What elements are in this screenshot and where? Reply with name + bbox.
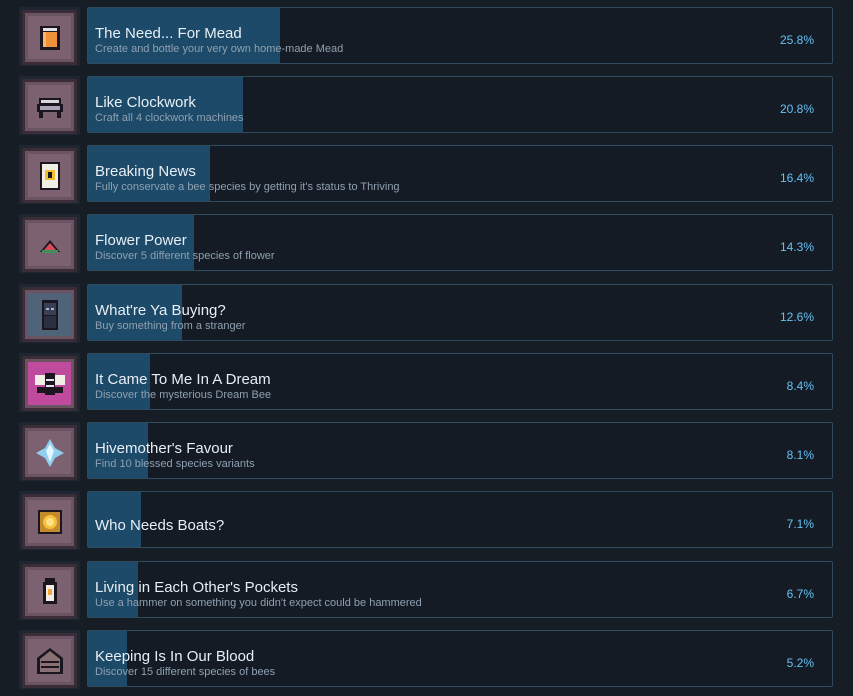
achievement-title: Living in Each Other's Pockets	[95, 579, 298, 596]
achievement-icon-box	[19, 630, 80, 689]
progress-bar: Breaking News Fully conservate a bee spe…	[87, 145, 833, 202]
achievement-description: Buy something from a stranger	[95, 320, 246, 332]
achievement-description: Discover the mysterious Dream Bee	[95, 389, 272, 401]
achievement-icon-box	[19, 145, 80, 204]
achievement-percent: 5.2%	[786, 656, 814, 670]
achievement-description: Fully conservate a bee species by gettin…	[95, 181, 400, 193]
achievement-icon-box	[19, 7, 80, 66]
dream-bee-icon	[28, 362, 71, 405]
achievement-title: What're Ya Buying?	[95, 302, 226, 319]
achievement-percent: 16.4%	[779, 171, 814, 185]
achievement-title: Keeping Is In Our Blood	[95, 648, 255, 665]
progress-bar: It Came To Me In A Dream Discover the my…	[87, 353, 833, 410]
achievement-icon-box	[19, 422, 80, 481]
achievement-description: Discover 15 different species of bees	[95, 666, 276, 678]
achievement-description: Discover 5 different species of flower	[95, 250, 275, 262]
achievement-percent: 8.4%	[786, 379, 814, 393]
achievement-row[interactable]: Breaking News Fully conservate a bee spe…	[19, 145, 834, 204]
mead-jar-icon	[28, 16, 71, 59]
achievement-description: Find 10 blessed species variants	[95, 458, 255, 470]
achievement-icon-box	[19, 353, 80, 412]
achievement-title: Hivemother's Favour	[95, 440, 233, 457]
achievement-description: Create and bottle your very own home-mad…	[95, 43, 344, 55]
flower-icon	[28, 223, 71, 266]
progress-bar: Flower Power Discover 5 different specie…	[87, 214, 833, 271]
achievement-row[interactable]: Hivemother's Favour Find 10 blessed spec…	[19, 422, 834, 481]
achievement-title: The Need... For Mead	[95, 25, 242, 42]
progress-bar: Hivemother's Favour Find 10 blessed spec…	[87, 422, 833, 479]
achievement-row[interactable]: Like Clockwork Craft all 4 clockwork mac…	[19, 76, 834, 135]
blessed-gem-icon	[28, 431, 71, 474]
achievement-percent: 8.1%	[786, 448, 814, 462]
hooded-stranger-icon	[28, 293, 71, 336]
progress-bar: What're Ya Buying? Buy something from a …	[87, 284, 833, 341]
progress-bar: Keeping Is In Our Blood Discover 15 diff…	[87, 630, 833, 687]
progress-bar: Like Clockwork Craft all 4 clockwork mac…	[87, 76, 833, 133]
newspaper-bee-icon	[28, 154, 71, 197]
achievement-title: Who Needs Boats?	[95, 517, 225, 534]
achievement-percent: 7.1%	[786, 517, 814, 531]
achievement-icon-box	[19, 491, 80, 550]
achievement-percent: 25.8%	[779, 33, 814, 47]
lantern-icon	[28, 570, 71, 613]
achievement-title: Breaking News	[95, 163, 196, 180]
achievement-row[interactable]: What're Ya Buying? Buy something from a …	[19, 284, 834, 343]
achievement-row[interactable]: It Came To Me In A Dream Discover the my…	[19, 353, 834, 412]
achievement-row[interactable]: Who Needs Boats? 7.1%	[19, 491, 834, 550]
achievement-row[interactable]: Keeping Is In Our Blood Discover 15 diff…	[19, 630, 834, 689]
achievement-percent: 20.8%	[779, 102, 814, 116]
clockwork-machine-icon	[28, 85, 71, 128]
achievement-row[interactable]: The Need... For Mead Create and bottle y…	[19, 7, 834, 66]
achievement-percent: 12.6%	[779, 310, 814, 324]
achievement-row[interactable]: Flower Power Discover 5 different specie…	[19, 214, 834, 273]
beehive-icon	[28, 639, 71, 682]
achievement-title: It Came To Me In A Dream	[95, 371, 271, 388]
achievement-title: Like Clockwork	[95, 94, 196, 111]
achievement-title: Flower Power	[95, 232, 187, 249]
progress-bar: Living in Each Other's Pockets Use a ham…	[87, 561, 833, 618]
achievement-icon-box	[19, 76, 80, 135]
achievement-row[interactable]: Living in Each Other's Pockets Use a ham…	[19, 561, 834, 620]
progress-bar: The Need... For Mead Create and bottle y…	[87, 7, 833, 64]
achievement-icon-box	[19, 284, 80, 343]
achievement-description: Craft all 4 clockwork machines	[95, 112, 244, 124]
achievement-icon-box	[19, 561, 80, 620]
achievement-percent: 14.3%	[779, 240, 814, 254]
sun-tile-icon	[28, 500, 71, 543]
progress-bar: Who Needs Boats? 7.1%	[87, 491, 833, 548]
achievement-percent: 6.7%	[786, 587, 814, 601]
achievement-icon-box	[19, 214, 80, 273]
achievement-description: Use a hammer on something you didn't exp…	[95, 597, 422, 609]
